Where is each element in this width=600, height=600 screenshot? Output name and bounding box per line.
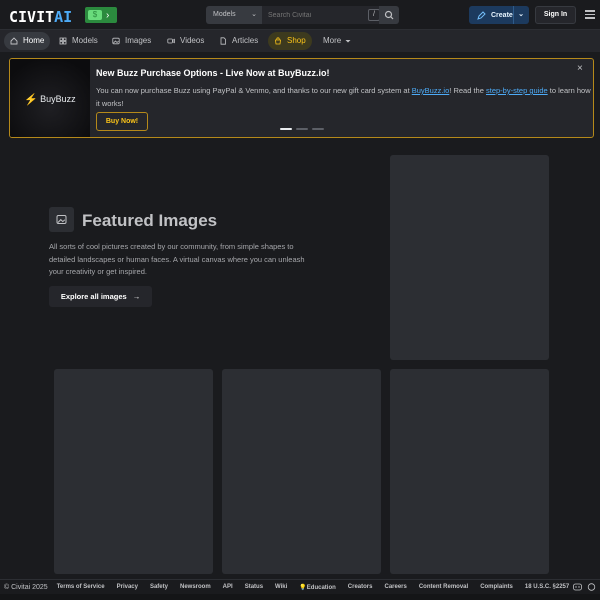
article-icon [220,37,226,45]
create-dropdown-chevron-icon[interactable]: ⌄ [513,6,524,24]
nav-videos[interactable]: Videos [161,32,210,50]
search-type-select[interactable]: Models ⌄ [206,6,262,24]
footer-link-newsroom[interactable]: Newsroom [180,584,211,590]
footer-link-creators[interactable]: Creators [348,584,373,590]
search-input[interactable] [262,6,379,24]
buybuzz-link[interactable]: BuyBuzz.io [412,86,450,95]
featured-images-icon [49,207,74,232]
nav-more[interactable]: More [317,32,358,50]
footer-link-status[interactable]: Status [245,584,263,590]
explore-all-images-button[interactable]: Explore all images → [49,286,152,307]
featured-title: Featured Images [82,211,218,230]
footer-link-2257[interactable]: 18 U.S.C. §2257 [525,584,569,590]
chevron-down-icon [345,40,351,43]
nav-models[interactable]: Models [53,32,104,50]
image-card[interactable] [390,155,549,360]
nav-shop[interactable]: Shop [268,32,312,50]
lightning-bolt-icon: ⚡ [24,93,39,106]
image-card[interactable] [54,369,213,574]
nav-images[interactable]: Images [106,32,157,50]
footer-link-wiki[interactable]: Wiki [275,584,287,590]
search-bar: Models ⌄ / [206,6,399,24]
civitai-logo[interactable]: CIVITAI [9,8,72,26]
footer-link-terms[interactable]: Terms of Service [57,584,105,590]
shop-icon [275,37,281,45]
chevron-right-icon: › [106,9,110,21]
hamburger-menu-icon[interactable] [585,10,595,20]
image-icon [56,215,67,224]
image-icon [112,37,120,45]
footer-link-privacy[interactable]: Privacy [117,584,138,590]
nav-articles[interactable]: Articles [213,32,264,50]
sign-in-button[interactable]: Sign In [535,6,576,24]
footer-link-complaints[interactable]: Complaints [480,584,513,590]
home-icon [10,37,18,45]
nav-home[interactable]: Home [4,32,51,50]
buzz-announcement-banner: ⚡ BuyBuzz New Buzz Purchase Options - Liv… [9,58,594,138]
footer-link-education[interactable]: 💡Education [299,584,335,591]
banner-title: New Buzz Purchase Options - Live Now at … [96,68,330,78]
money-icon: $ [88,10,102,20]
main-nav: Home Models Images Videos Articles Shop … [0,30,600,52]
footer-link-careers[interactable]: Careers [384,584,406,590]
footer-link-safety[interactable]: Safety [150,584,168,590]
buy-now-button[interactable]: Buy Now! [96,112,148,131]
footer-link-content-removal[interactable]: Content Removal [419,584,468,590]
grid-icon [59,37,67,45]
carousel-indicators [280,128,328,130]
chevron-down-icon: ⌄ [251,11,257,18]
copyright: © Civitai 2025 [4,583,48,591]
buybuzz-logo-image: ⚡ BuyBuzz [10,59,90,137]
step-by-step-guide-link[interactable]: step-by-step guide [486,86,548,95]
carousel-dot-3[interactable] [312,128,324,130]
create-button[interactable]: Create ⌄ [469,6,529,24]
footer-link-api[interactable]: API [223,584,233,590]
close-icon[interactable]: × [577,63,583,74]
carousel-dot-2[interactable] [296,128,308,130]
footer-icons [568,583,596,591]
image-card[interactable] [390,369,549,574]
arrow-right-icon: → [132,292,141,301]
bottom-strip [0,594,600,600]
search-icon [384,10,394,20]
brush-icon [477,10,486,20]
image-card[interactable] [222,369,381,574]
video-icon [167,38,175,44]
banner-body: You can now purchase Buzz using PayPal &… [96,86,591,108]
discord-icon[interactable] [573,583,582,591]
footer: © Civitai 2025 Terms of Service Privacy … [0,579,600,594]
buzz-flag-button[interactable]: $ › [85,7,117,23]
help-icon[interactable] [587,583,596,591]
featured-description: All sorts of cool pictures created by ou… [49,242,305,276]
top-bar: CIVITAI $ › Models ⌄ / Create ⌄ Sign In [0,0,600,30]
search-button[interactable] [379,6,399,24]
carousel-dot-1[interactable] [280,128,292,130]
